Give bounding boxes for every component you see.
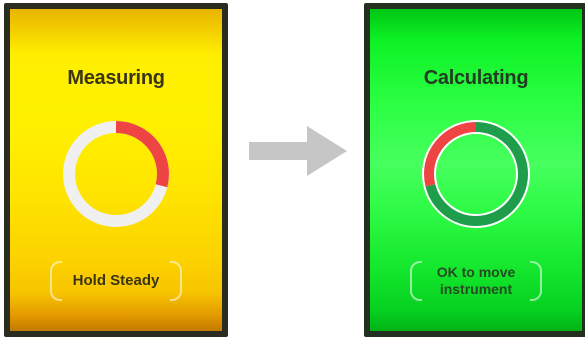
display-calculating: Calculating OK to move instrument	[370, 9, 582, 331]
measuring-progress-ring	[63, 121, 169, 227]
right-bracket-icon	[170, 261, 182, 301]
status-line-1: OK to move	[436, 264, 516, 280]
device-screen-measuring: Measuring Hold Steady	[4, 3, 228, 337]
display-measuring: Measuring Hold Steady	[10, 9, 222, 331]
screen-title: Measuring	[67, 67, 165, 89]
status-line-2: instrument	[439, 281, 513, 297]
right-arrow-icon	[249, 126, 347, 176]
calculating-progress-ring	[422, 120, 530, 228]
status-text: Hold Steady	[72, 272, 160, 289]
left-bracket-icon	[50, 261, 62, 301]
status-message: OK to move instrument	[410, 261, 542, 301]
screen-title: Calculating	[423, 67, 529, 89]
left-bracket-icon	[410, 261, 422, 301]
right-bracket-icon	[530, 261, 542, 301]
device-screen-calculating: Calculating OK to move instrument	[364, 3, 585, 337]
status-message: Hold Steady	[50, 261, 182, 301]
status-text: OK to move instrument	[437, 264, 516, 298]
